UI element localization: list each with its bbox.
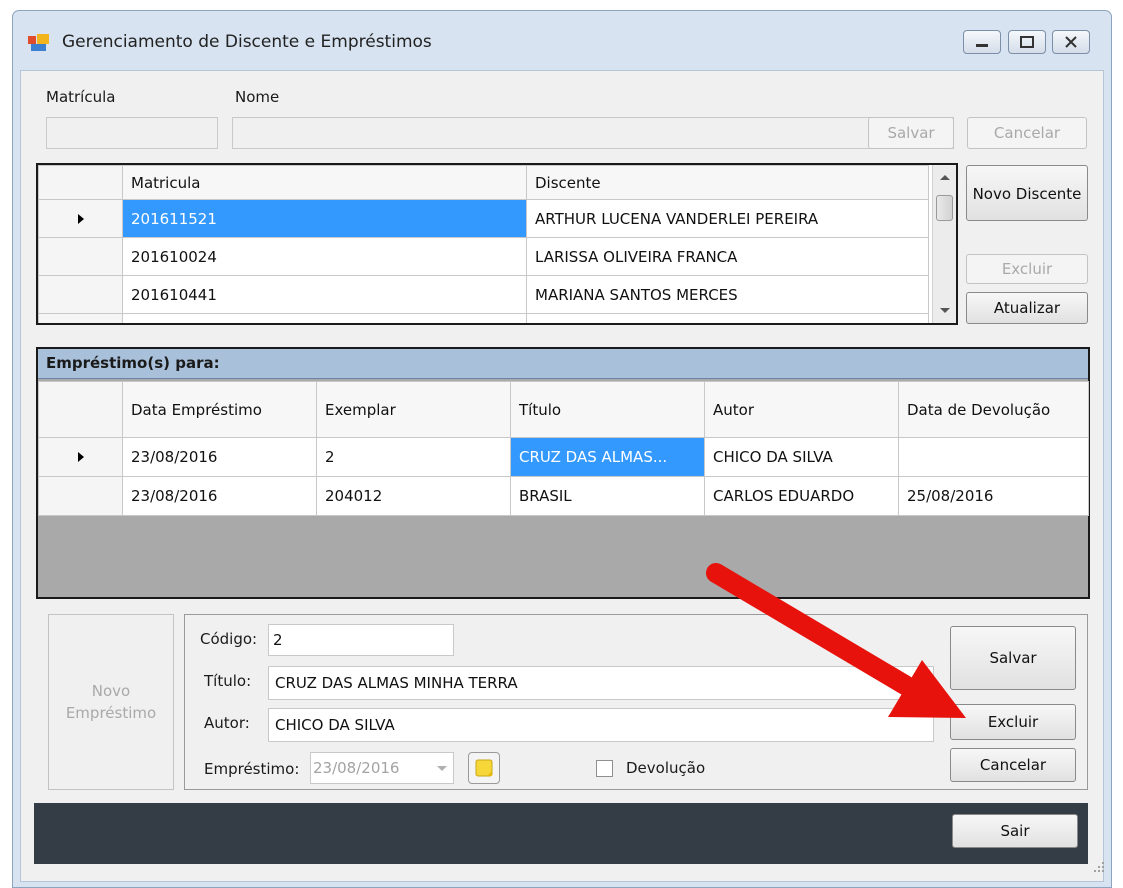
annotation-arrow-icon (706, 563, 966, 718)
